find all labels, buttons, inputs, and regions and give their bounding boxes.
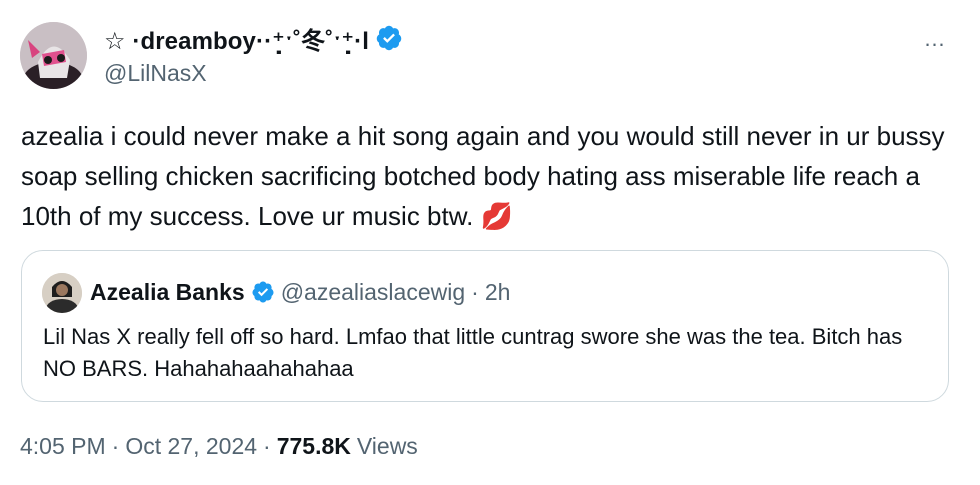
- tweet-text: azealia i could never make a hit song ag…: [21, 121, 945, 231]
- quoted-separator: ·: [471, 278, 479, 305]
- quoted-handle[interactable]: @azealiaslacewig: [281, 279, 465, 306]
- meta-separator: ·: [263, 432, 271, 459]
- views-count[interactable]: 775.8K: [277, 433, 351, 460]
- meta-separator: ·: [111, 432, 120, 459]
- quoted-timestamp[interactable]: 2h: [485, 279, 511, 306]
- quoted-text: Lil Nas X really fell off so hard. Lmfao…: [43, 324, 903, 381]
- post-time[interactable]: 4:05 PM: [20, 433, 106, 460]
- post-date[interactable]: Oct 27, 2024: [125, 433, 257, 460]
- quoted-tweet[interactable]: Azealia Banks @azealiaslacewig · 2h Lil …: [21, 250, 949, 402]
- quoted-header: Azealia Banks @azealiaslacewig · 2h: [90, 275, 510, 309]
- views-label[interactable]: Views: [357, 433, 418, 460]
- author-name-row[interactable]: ☆ ·dreamboy··⁺̣ˑ˚冬˚ˑ⁺̣·l: [104, 21, 403, 56]
- quoted-display-name[interactable]: Azealia Banks: [90, 279, 245, 306]
- more-options-icon[interactable]: …: [918, 22, 952, 56]
- author-handle[interactable]: @LilNasX: [104, 60, 207, 87]
- tweet-meta: 4:05 PM · Oct 27, 2024 · 775.8K Views: [20, 428, 418, 464]
- quoted-author-avatar[interactable]: [42, 273, 82, 313]
- author-avatar[interactable]: [20, 22, 87, 89]
- tweet: ☆ ·dreamboy··⁺̣ˑ˚冬˚ˑ⁺̣·l @LilNasX … azea…: [0, 0, 980, 485]
- quoted-verified-badge-icon[interactable]: [251, 280, 275, 304]
- author-display-name[interactable]: ☆ ·dreamboy··⁺̣ˑ˚冬˚ˑ⁺̣·l: [104, 21, 369, 56]
- verified-badge-icon[interactable]: [375, 24, 403, 52]
